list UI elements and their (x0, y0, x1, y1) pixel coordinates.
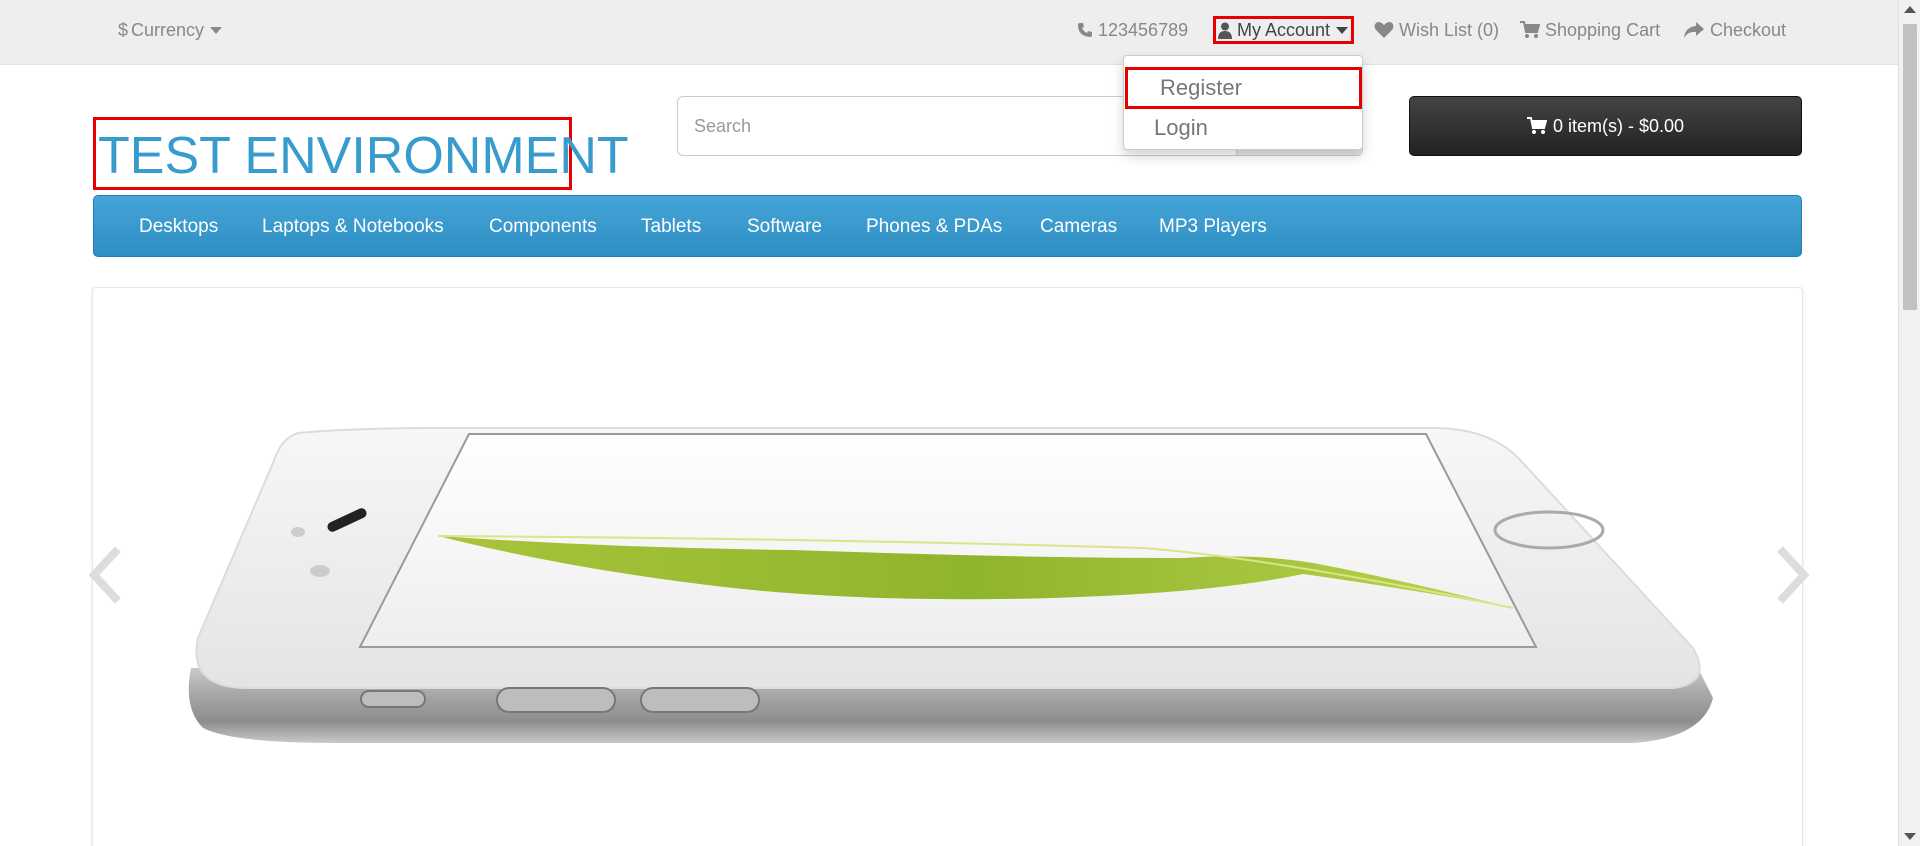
phone-icon (1078, 23, 1092, 37)
scrollbar-thumb[interactable] (1903, 24, 1917, 310)
caret-down-icon (210, 26, 223, 34)
slide-image[interactable] (93, 288, 1803, 846)
dollar-icon: $ (118, 19, 129, 40)
site-logo[interactable]: TEST ENVIRONMENT (93, 117, 629, 190)
wishlist-label: Wish List (0) (1399, 19, 1500, 40)
logo-text: TEST ENVIRONMENT (98, 127, 629, 185)
chevron-right-icon[interactable] (1772, 545, 1812, 605)
wishlist-link[interactable]: Wish List (0) (1374, 0, 1499, 60)
checkout-link[interactable]: Checkout (1683, 0, 1786, 60)
slideshow (92, 287, 1803, 846)
menu-item-components[interactable]: Components (489, 196, 597, 258)
account-dropdown-menu: Register Login (1123, 55, 1363, 150)
register-link[interactable]: Register (1125, 67, 1362, 109)
my-account-dropdown[interactable]: My Account (1213, 16, 1355, 44)
checkout-label: Checkout (1710, 19, 1787, 40)
currency-dropdown[interactable]: $ Currency (118, 0, 223, 60)
shopping-cart-icon (1520, 21, 1540, 38)
menu-item-cameras[interactable]: Cameras (1040, 196, 1117, 258)
login-link[interactable]: Login (1154, 111, 1208, 145)
heart-icon (1374, 21, 1394, 38)
shopping-cart-label: Shopping Cart (1545, 19, 1661, 40)
shopping-cart-link[interactable]: Shopping Cart (1520, 0, 1660, 60)
menu-item-mp3-players[interactable]: MP3 Players (1159, 196, 1267, 258)
shopping-cart-icon (1526, 117, 1547, 134)
chevron-left-icon[interactable] (86, 545, 126, 605)
user-icon (1218, 22, 1232, 39)
phone-number: 123456789 (1098, 19, 1189, 40)
menu-item-desktops[interactable]: Desktops (139, 196, 218, 258)
phone-link[interactable]: 123456789 (1077, 0, 1188, 60)
menu-item-tablets[interactable]: Tablets (641, 196, 701, 258)
share-icon (1684, 22, 1704, 38)
page-scrollbar[interactable] (1898, 0, 1920, 846)
currency-label: Currency (131, 19, 205, 40)
scroll-up-icon[interactable] (1904, 6, 1916, 13)
search-input[interactable] (694, 97, 1194, 155)
menu-item-software[interactable]: Software (747, 196, 822, 258)
menu-item-phones-pdas[interactable]: Phones & PDAs (866, 196, 1002, 258)
scroll-down-icon[interactable] (1904, 833, 1916, 840)
cart-button-label: 0 item(s) - $0.00 (1552, 115, 1685, 136)
menu-item-laptops-notebooks[interactable]: Laptops & Notebooks (262, 196, 444, 258)
my-account-label: My Account (1237, 19, 1331, 40)
cart-button[interactable]: 0 item(s) - $0.00 (1409, 96, 1802, 156)
caret-down-icon (1336, 26, 1349, 34)
top-bar: $ Currency 123456789 My Account Wish Lis… (0, 0, 1898, 65)
main-menu: Desktops Laptops & Notebooks Components … (93, 195, 1802, 257)
